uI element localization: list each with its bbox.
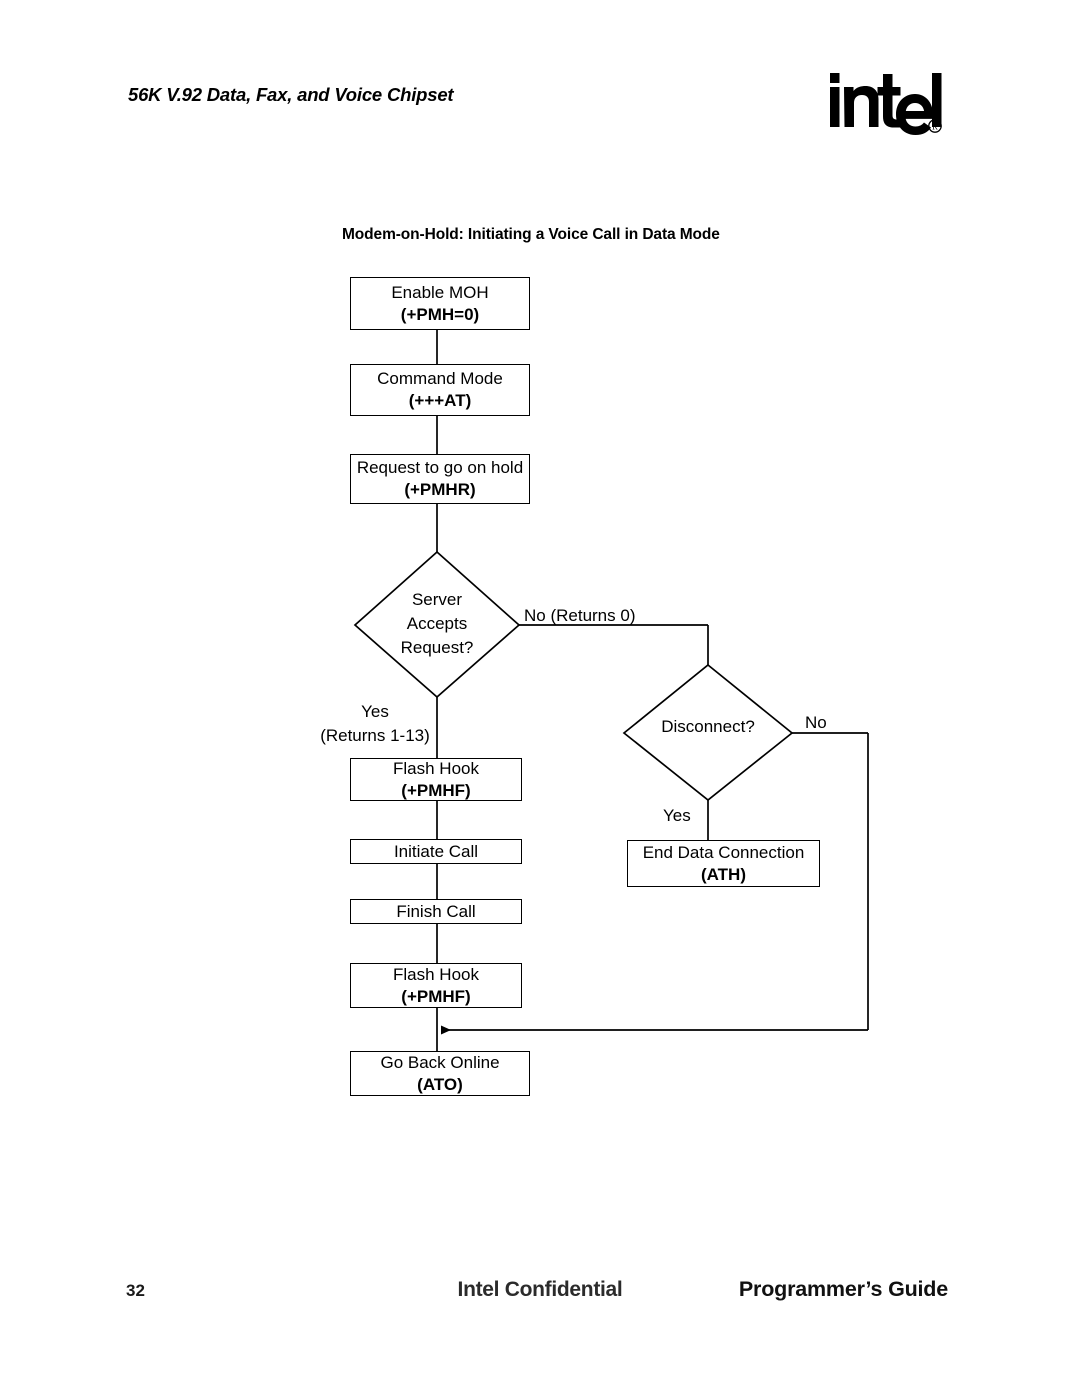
node-initiate-call-line1: Initiate Call: [393, 841, 479, 861]
node-initiate-call[interactable]: Initiate Call: [350, 839, 522, 864]
node-flash-hook-1-line2: (+PMHF): [401, 780, 471, 800]
footer-guide-label: Programmer’s Guide: [738, 1277, 948, 1301]
node-command-mode-line2: (+++AT): [408, 391, 472, 410]
node-enable-moh-line2: (+PMH=0): [400, 304, 480, 324]
decision-disconnect-line1: Disconnect?: [661, 717, 755, 736]
document-page: 56K V.92 Data, Fax, and Voice Chipset R …: [0, 0, 1080, 1397]
decision-server-accepts-line2: Accepts: [406, 614, 468, 634]
node-flash-hook-1[interactable]: Flash Hook (+PMHF): [350, 758, 522, 801]
node-go-back-online-line2: (ATO): [417, 1074, 463, 1094]
flowchart: Enable MOH (+PMH=0) Command Mode (+++AT)…: [0, 0, 1080, 1397]
node-finish-call[interactable]: Finish Call: [350, 899, 522, 924]
node-go-back-online-line1: Go Back Online: [380, 1052, 500, 1072]
decision-server-accepts-line1: Server: [411, 590, 463, 609]
node-enable-moh-line1: Enable MOH: [391, 282, 489, 302]
node-flash-hook-2[interactable]: Flash Hook (+PMHF): [350, 963, 522, 1008]
edge-label-server-no: No (Returns 0): [524, 606, 636, 625]
node-flash-hook-1-line1: Flash Hook: [393, 758, 479, 778]
decision-server-accepts-text[interactable]: Server Accepts Request?: [355, 588, 519, 660]
node-request-hold-line2: (+PMHR): [404, 480, 476, 499]
node-end-data-connection[interactable]: End Data Connection (ATH): [627, 840, 820, 887]
decision-disconnect-text[interactable]: Disconnect?: [624, 715, 792, 739]
decision-server-accepts-line3: Request?: [400, 638, 474, 658]
node-command-mode[interactable]: Command Mode (+++AT): [350, 364, 530, 416]
node-end-data-connection-line2: (ATH): [701, 864, 746, 884]
node-enable-moh[interactable]: Enable MOH (+PMH=0): [350, 277, 530, 330]
node-end-data-connection-line1: End Data Connection: [642, 842, 805, 862]
node-command-mode-line1: Command Mode: [377, 369, 503, 389]
node-request-hold[interactable]: Request to go on hold (+PMHR): [350, 454, 530, 504]
edge-label-server-yes-returns: (Returns 1-13): [320, 726, 430, 745]
node-request-hold-line1: Request to go on hold: [356, 458, 524, 478]
node-finish-call-line1: Finish Call: [396, 901, 476, 921]
node-go-back-online[interactable]: Go Back Online (ATO): [350, 1051, 530, 1096]
flowchart-connectors: [353, 330, 869, 1051]
edge-label-server-yes: Yes: [361, 702, 389, 721]
edge-label-disconnect-yes: Yes: [663, 806, 691, 825]
node-flash-hook-2-line1: Flash Hook: [393, 964, 479, 984]
edge-label-disconnect-no: No: [805, 713, 827, 732]
node-flash-hook-2-line2: (+PMHF): [401, 986, 471, 1006]
